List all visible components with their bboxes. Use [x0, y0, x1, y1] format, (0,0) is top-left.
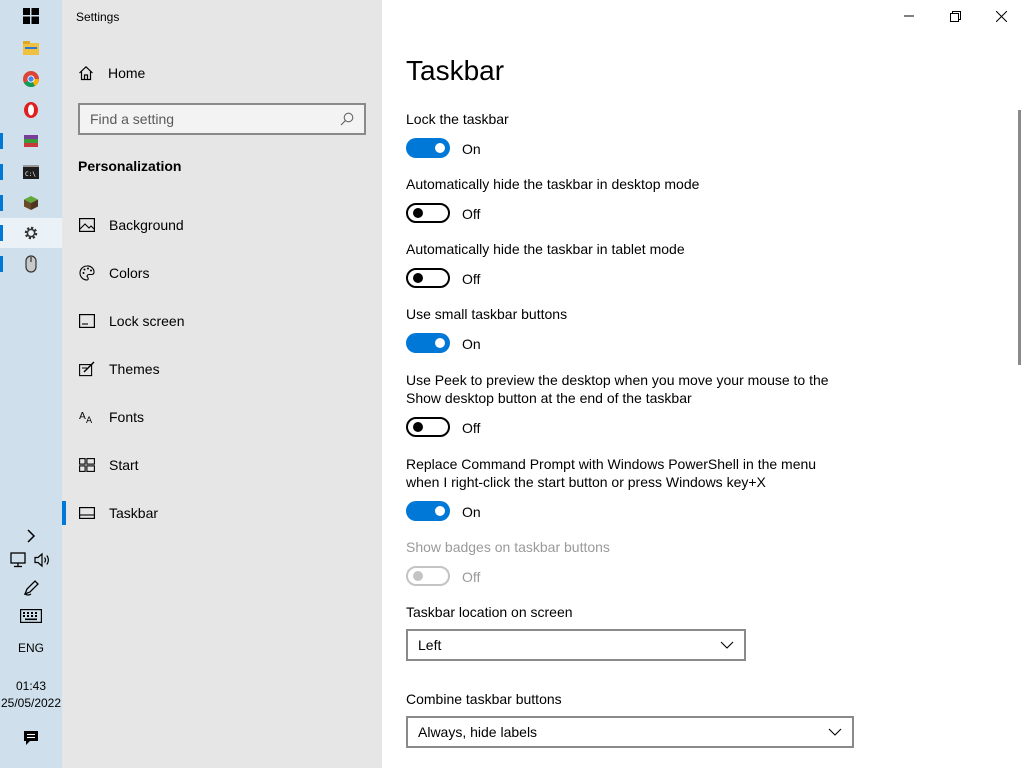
- file-explorer-icon[interactable]: [0, 33, 62, 63]
- start-layout-icon: [78, 456, 96, 474]
- chevron-down-icon: [828, 728, 842, 736]
- lock-taskbar-toggle[interactable]: [406, 138, 450, 158]
- themes-icon: [78, 360, 96, 378]
- badges-label: Show badges on taskbar buttons: [406, 539, 610, 555]
- svg-text:A: A: [79, 411, 86, 422]
- minimize-button[interactable]: [886, 0, 932, 32]
- nav-item-label: Colors: [109, 265, 150, 281]
- lock-taskbar-label: Lock the taskbar: [406, 111, 509, 127]
- restore-button[interactable]: [932, 0, 978, 32]
- nav-item-start[interactable]: Start: [62, 445, 382, 485]
- nav-item-label: Fonts: [109, 409, 145, 425]
- combine-buttons-value: Always, hide labels: [418, 724, 538, 740]
- scrollbar-thumb[interactable]: [1018, 110, 1021, 365]
- lock-screen-icon: [78, 312, 96, 330]
- close-icon: [995, 10, 1007, 22]
- home-icon: [76, 65, 96, 81]
- home-nav-item[interactable]: Home: [76, 60, 145, 86]
- nav-item-label: Taskbar: [109, 505, 159, 521]
- search-icon[interactable]: [340, 112, 354, 126]
- close-button[interactable]: [978, 0, 1024, 32]
- taskbar-location-value: Left: [418, 637, 442, 653]
- volume-icon[interactable]: [34, 552, 52, 568]
- home-label: Home: [108, 65, 146, 81]
- nav-item-themes[interactable]: Themes: [62, 349, 382, 389]
- window-title: Settings: [76, 10, 120, 24]
- autohide-tablet-label: Automatically hide the taskbar in tablet…: [406, 241, 685, 257]
- image-icon: [78, 216, 96, 234]
- settings-icon[interactable]: [0, 218, 62, 248]
- action-center-icon[interactable]: [0, 723, 62, 753]
- clock-date[interactable]: 25/05/2022: [0, 696, 62, 710]
- taskbar-location-label: Taskbar location on screen: [406, 604, 573, 620]
- minecraft-icon[interactable]: [0, 188, 62, 218]
- winrar-icon[interactable]: [0, 126, 62, 156]
- pen-icon[interactable]: [0, 573, 62, 603]
- nav-item-colors[interactable]: Colors: [62, 253, 382, 293]
- powershell-toggle[interactable]: [406, 501, 450, 521]
- peek-toggle[interactable]: [406, 417, 450, 437]
- taskbar: C:\ ENG 01:43 25/05/2022: [0, 0, 62, 768]
- lock-taskbar-state: On: [462, 141, 481, 157]
- search-input[interactable]: [90, 111, 340, 127]
- chrome-icon[interactable]: [0, 64, 62, 94]
- nav-item-label: Background: [109, 217, 184, 233]
- cmd-icon[interactable]: C:\: [0, 157, 62, 187]
- autohide-tablet-state: Off: [462, 271, 481, 287]
- small-buttons-label: Use small taskbar buttons: [406, 306, 568, 322]
- nav-item-taskbar[interactable]: Taskbar: [62, 493, 382, 533]
- network-volume-tray: [0, 545, 62, 575]
- fonts-icon: AA: [78, 408, 96, 426]
- nav-item-lock-screen[interactable]: Lock screen: [62, 301, 382, 341]
- network-icon[interactable]: [10, 552, 28, 568]
- peek-label: Use Peek to preview the desktop when you…: [406, 372, 829, 406]
- clock-time[interactable]: 01:43: [0, 679, 62, 693]
- section-title: Personalization: [78, 158, 182, 174]
- combine-buttons-dropdown[interactable]: Always, hide labels: [406, 716, 854, 748]
- nav-item-label: Themes: [109, 361, 160, 377]
- autohide-desktop-state: Off: [462, 206, 481, 222]
- start-icon[interactable]: [0, 1, 62, 31]
- svg-text:A: A: [86, 416, 93, 425]
- autohide-desktop-label: Automatically hide the taskbar in deskto…: [406, 176, 700, 192]
- nav-item-background[interactable]: Background: [62, 205, 382, 245]
- nav-item-label: Start: [109, 457, 139, 473]
- language-indicator[interactable]: ENG: [0, 641, 62, 655]
- opera-icon[interactable]: [0, 95, 62, 125]
- chevron-down-icon: [720, 641, 734, 649]
- nav-item-fonts[interactable]: AA Fonts: [62, 397, 382, 437]
- powershell-state: On: [462, 504, 481, 520]
- palette-icon: [78, 264, 96, 282]
- svg-text:C:\: C:\: [25, 171, 36, 178]
- touch-keyboard-icon[interactable]: [0, 601, 62, 631]
- settings-nav-pane: Settings Home Personalization Background…: [62, 0, 382, 768]
- nav-item-label: Lock screen: [109, 313, 185, 329]
- autohide-desktop-toggle[interactable]: [406, 203, 450, 223]
- restore-icon: [949, 10, 961, 22]
- small-buttons-toggle[interactable]: [406, 333, 450, 353]
- page-title: Taskbar: [406, 55, 505, 86]
- badges-toggle: [406, 566, 450, 586]
- small-buttons-state: On: [462, 336, 481, 352]
- taskbar-icon: [78, 504, 96, 522]
- search-box[interactable]: [78, 103, 366, 135]
- peek-state: Off: [462, 420, 481, 436]
- badges-state: Off: [462, 569, 481, 585]
- minimize-icon: [904, 11, 914, 21]
- powershell-label: Replace Command Prompt with Windows Powe…: [406, 456, 817, 490]
- autohide-tablet-toggle[interactable]: [406, 268, 450, 288]
- mouse-icon[interactable]: [0, 249, 62, 279]
- taskbar-location-dropdown[interactable]: Left: [406, 629, 746, 661]
- combine-buttons-label: Combine taskbar buttons: [406, 691, 562, 707]
